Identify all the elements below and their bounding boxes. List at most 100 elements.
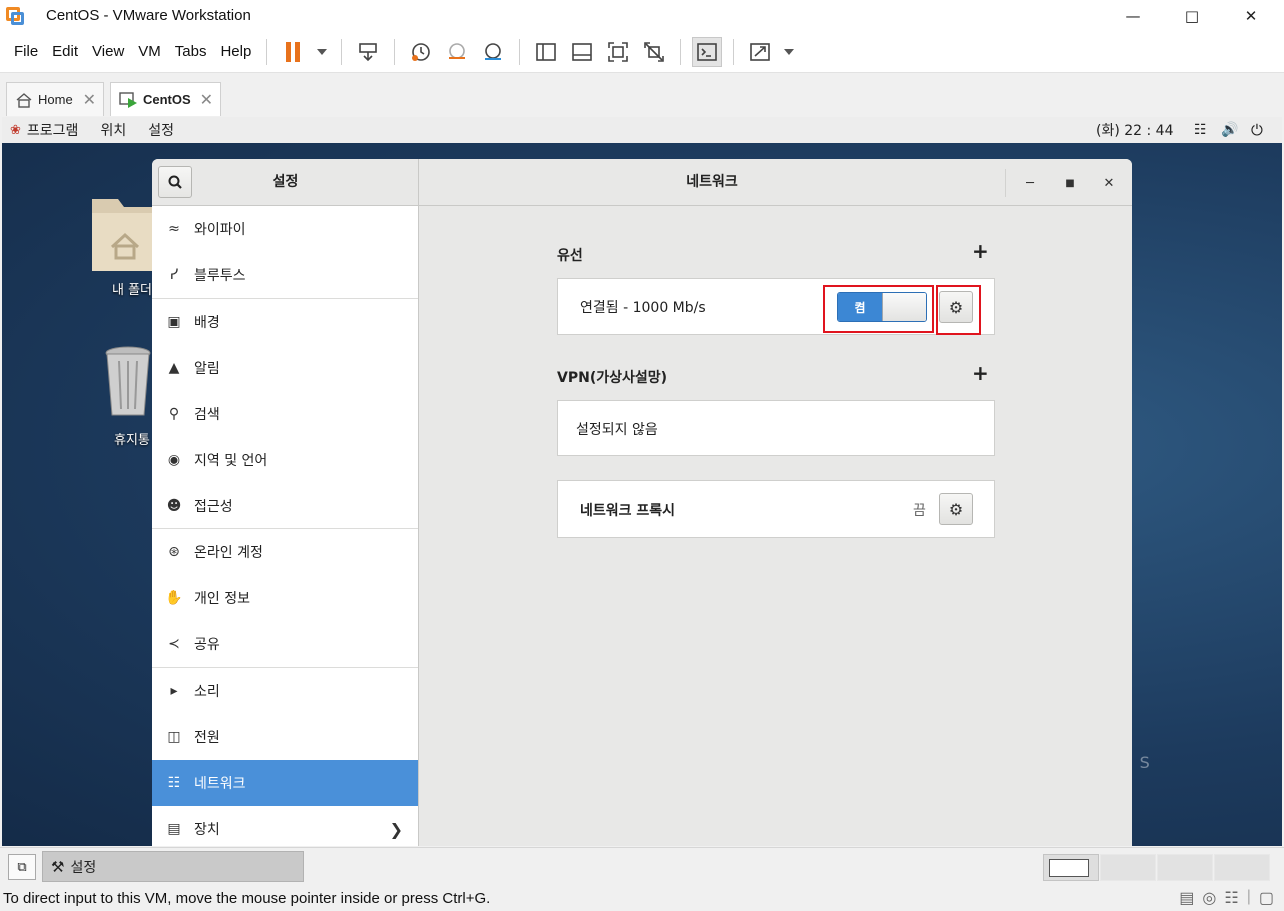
workspace-1-preview — [1049, 859, 1089, 877]
volume-icon[interactable]: 🔊 — [1221, 122, 1238, 138]
toolbar-divider — [733, 38, 735, 65]
pause-icon — [286, 41, 301, 62]
sidebar-item-search[interactable]: ⚲ 검색 — [152, 391, 418, 437]
home-folder-icon[interactable] — [90, 189, 160, 274]
snapshot-button[interactable] — [406, 37, 436, 67]
bell-icon: ▲ — [168, 360, 180, 376]
search-icon: ⚲ — [168, 406, 180, 422]
sidebar-item-privacy[interactable]: ✋ 개인 정보 — [152, 575, 418, 621]
snapshot-manager-button[interactable] — [478, 37, 508, 67]
stretch-guest-button[interactable] — [745, 37, 775, 67]
sidebar-item-notifications[interactable]: ▲ 알림 — [152, 345, 418, 391]
maximize-button[interactable]: □ — [1163, 0, 1221, 31]
privacy-hand-icon: ✋ — [165, 590, 183, 606]
settings-maximize-button[interactable]: ■ — [1056, 169, 1084, 197]
settings-search-button[interactable] — [158, 166, 192, 198]
region-icon: ◉ — [167, 452, 181, 468]
gear-icon: ⚙ — [948, 499, 964, 519]
network-adapter-icon[interactable]: ☷ — [1224, 888, 1238, 908]
sidebar-item-background[interactable]: ▣ 배경 — [152, 299, 418, 345]
top-clock[interactable]: (화) 22 : 44 — [1096, 120, 1174, 140]
full-screen-button[interactable] — [603, 37, 633, 67]
menu-vm[interactable]: VM — [131, 43, 168, 60]
sidebar-item-label: 블루투스 — [194, 268, 246, 284]
close-button[interactable]: ✕ — [1222, 0, 1280, 31]
unity-button[interactable] — [639, 37, 669, 67]
menu-help[interactable]: Help — [213, 43, 258, 60]
revert-snapshot-icon — [449, 42, 466, 59]
search-icon — [168, 175, 182, 189]
workspace-1[interactable] — [1043, 854, 1099, 881]
vmware-logo-icon — [4, 5, 26, 27]
send-ctrl-alt-del-button[interactable] — [353, 37, 383, 67]
stretch-icon — [750, 42, 771, 61]
menu-view[interactable]: View — [85, 43, 131, 60]
settings-close-button[interactable]: ✕ — [1095, 169, 1123, 197]
library-panel-icon — [536, 42, 557, 61]
sidebar-item-wifi[interactable]: ≈ 와이파이 — [152, 206, 418, 252]
sidebar-item-sound[interactable]: ▸ 소리 — [152, 668, 418, 714]
sidebar-item-label: 공유 — [194, 637, 220, 653]
sidebar-item-label: 소리 — [194, 684, 220, 700]
cd-rom-icon[interactable]: ◎ — [1202, 888, 1216, 908]
settings-minimize-button[interactable]: ─ — [1016, 169, 1044, 197]
hard-disk-icon[interactable]: ▤ — [1179, 888, 1194, 908]
proxy-settings-button[interactable]: ⚙ — [939, 493, 973, 525]
snapshot-manager-icon — [485, 42, 502, 60]
settings-headerbar: 설정 네트워크 ─ ■ ✕ — [152, 159, 1132, 206]
status-bar: To direct input to this VM, move the mou… — [0, 885, 1284, 911]
sidebar-item-accessibility[interactable]: ☻ 접근성 — [152, 483, 418, 529]
workspace-2[interactable] — [1100, 854, 1156, 881]
menu-tabs[interactable]: Tabs — [168, 43, 214, 60]
show-library-button[interactable] — [531, 37, 561, 67]
gnome-top-bar: ❀ 프로그램 위치 설정 (화) 22 : 44 ☷ 🔊 ⏻ — [2, 117, 1282, 143]
tab-centos[interactable]: CentOS ✕ — [110, 82, 221, 116]
devices-icon: ▤ — [167, 821, 181, 837]
show-desktop-button[interactable]: ⧉ — [8, 854, 36, 880]
sidebar-header: 설정 — [152, 159, 419, 206]
vm-guest-display[interactable]: ❀ 프로그램 위치 설정 (화) 22 : 44 ☷ 🔊 ⏻ 내 폴더 휴지통 … — [2, 117, 1282, 846]
stretch-dropdown-button[interactable] — [781, 37, 797, 67]
page-title: 네트워크 — [686, 174, 738, 190]
vpn-row: 설정되지 않음 — [557, 400, 995, 456]
toolbar-divider — [680, 38, 682, 65]
sidebar-item-bluetooth[interactable]: ᓯ 블루투스 — [152, 252, 418, 298]
power-menu-icon[interactable]: ⏻ — [1251, 121, 1263, 139]
console-view-button[interactable] — [692, 36, 723, 67]
tab-centos-close-icon[interactable]: ✕ — [200, 90, 213, 110]
network-status-icon[interactable]: ☷ — [1194, 122, 1207, 138]
tab-home[interactable]: Home ✕ — [6, 82, 104, 116]
workspace-3[interactable] — [1157, 854, 1213, 881]
sidebar-item-sharing[interactable]: ≺ 공유 — [152, 621, 418, 667]
tab-home-close-icon[interactable]: ✕ — [83, 90, 96, 110]
sidebar-item-label: 지역 및 언어 — [194, 453, 268, 469]
highlight-gear-box — [936, 285, 981, 335]
trash-icon[interactable] — [102, 345, 154, 419]
add-wired-button[interactable]: + — [972, 239, 989, 263]
power-dropdown-button[interactable] — [314, 37, 330, 67]
pause-button[interactable] — [278, 37, 308, 67]
power-icon: ◫ — [167, 729, 181, 745]
top-menu-places[interactable]: 위치 — [100, 120, 126, 140]
sidebar-item-power[interactable]: ◫ 전원 — [152, 714, 418, 760]
taskbar-item-settings[interactable]: ⚒ 설정 — [42, 851, 304, 882]
sidebar-item-network[interactable]: ☷ 네트워크 — [152, 760, 418, 806]
workspace-4[interactable] — [1214, 854, 1270, 881]
message-log-icon[interactable]: ▢ — [1259, 888, 1274, 908]
show-thumbnail-bar-button[interactable] — [567, 37, 597, 67]
menu-edit[interactable]: Edit — [45, 43, 85, 60]
revert-snapshot-button[interactable] — [442, 37, 472, 67]
sidebar-item-devices[interactable]: ▤ 장치 ❯ — [152, 806, 418, 846]
network-proxy-row[interactable]: 네트워크 프록시 끔 ⚙ — [557, 480, 995, 538]
top-menu-applications[interactable]: 프로그램 — [27, 120, 79, 140]
sidebar-item-online-accounts[interactable]: ⊛ 온라인 계정 — [152, 529, 418, 575]
home-folder-label: 내 폴더 — [112, 283, 153, 298]
wired-status-text: 연결됨 - 1000 Mb/s — [580, 300, 706, 316]
home-icon — [16, 92, 32, 108]
minimize-button[interactable]: — — [1104, 0, 1162, 31]
add-vpn-button[interactable]: + — [972, 361, 989, 385]
tools-icon: ⚒ — [51, 857, 65, 876]
menu-file[interactable]: File — [7, 43, 45, 60]
sidebar-item-region[interactable]: ◉ 지역 및 언어 — [152, 437, 418, 483]
top-menu-settings[interactable]: 설정 — [148, 120, 174, 140]
